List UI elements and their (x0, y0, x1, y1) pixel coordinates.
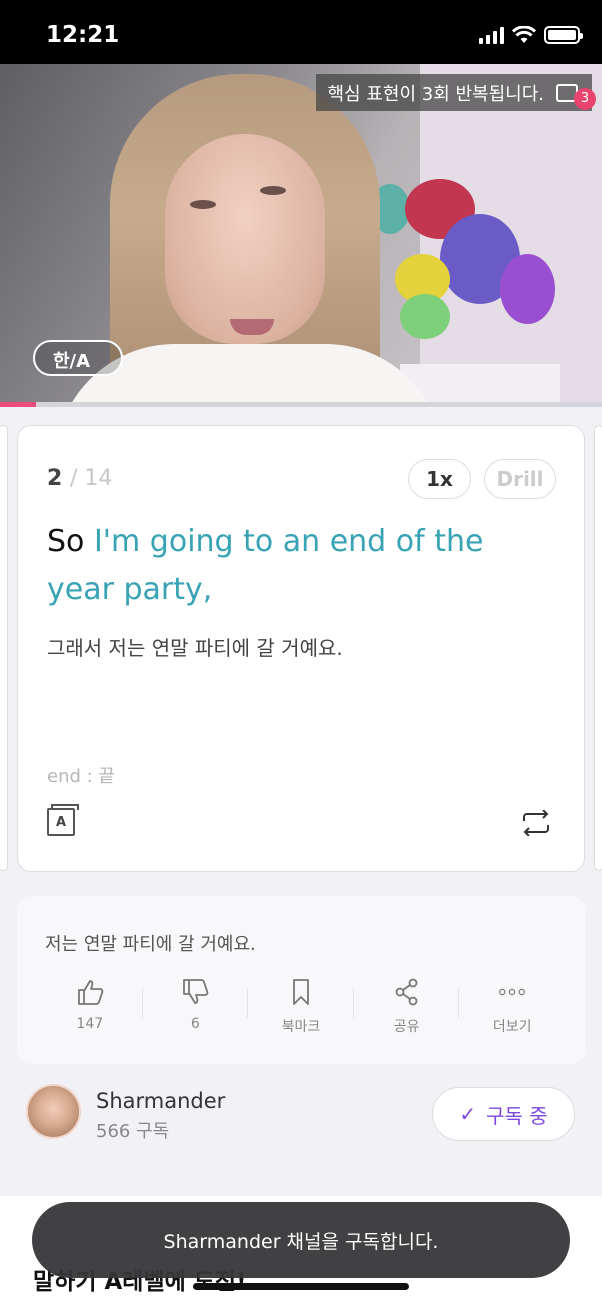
thumbs-up-icon (77, 980, 104, 1005)
person-eye (190, 200, 216, 209)
check-icon: ✓ (459, 1102, 477, 1126)
sentence-prefix: So (47, 524, 94, 559)
english-sentence[interactable]: So I'm going to an end of the year party… (47, 518, 557, 614)
bookmark-icon (293, 979, 309, 1005)
sentence-action-card: 저는 연말 파티에 갈 거예요. 147 6 북마크 공유 더보기 (17, 896, 585, 1064)
repeat-notice: 핵심 표현이 3회 반복됩니다. 3 (315, 74, 596, 111)
korean-sentence: 저는 연말 파티에 갈 거예요. (45, 934, 256, 955)
share-button[interactable]: 공유 (354, 978, 460, 1038)
plush-toy (400, 294, 450, 339)
video-progress-fill (0, 402, 37, 407)
person-eye (260, 186, 286, 195)
action-bar: 147 6 북마크 공유 더보기 (37, 978, 565, 1038)
channel-avatar[interactable] (26, 1084, 81, 1139)
channel-name[interactable]: Sharmander (96, 1089, 225, 1113)
repeat-notice-text: 핵심 표현이 3회 반복됩니다. (327, 83, 545, 105)
drill-button[interactable]: Drill (484, 459, 556, 499)
vocabulary-hint: end : 끝 (47, 766, 115, 787)
language-toggle-button[interactable]: 한/A (33, 340, 123, 376)
status-bar: 12:21 (0, 0, 602, 64)
battery-icon (544, 26, 583, 44)
previous-card-peek[interactable] (0, 425, 8, 871)
person-face (165, 134, 325, 344)
sentence-card: 2 / 14 1x Drill So I'm going to an end o… (17, 425, 585, 872)
repeat-count-badge: 3 (574, 87, 596, 110)
video-progress-bar[interactable] (0, 402, 602, 407)
subscribe-label: 구독 중 (486, 1103, 548, 1128)
status-time: 12:21 (46, 22, 120, 48)
more-button[interactable]: 더보기 (459, 978, 565, 1038)
home-indicator[interactable] (193, 1283, 409, 1290)
share-label: 공유 (393, 1019, 420, 1035)
plush-toy (500, 254, 555, 324)
more-label: 더보기 (492, 1019, 532, 1035)
thumbs-down-icon (183, 979, 209, 1004)
current-index: 2 (47, 466, 63, 491)
toast-message: Sharmander 채널을 구독합니다. (32, 1202, 570, 1278)
repeat-icon: 3 (556, 83, 596, 110)
share-icon (395, 978, 417, 1006)
like-button[interactable]: 147 (37, 978, 143, 1038)
channel-subscriber-count: 566 구독 (96, 1121, 170, 1142)
sentence-counter: 2 / 14 (47, 466, 112, 491)
subscribe-button[interactable]: ✓ 구독 중 (432, 1087, 575, 1141)
speed-button[interactable]: 1x (408, 459, 471, 499)
loop-icon[interactable] (520, 810, 552, 836)
bookmark-button[interactable]: 북마크 (248, 978, 354, 1038)
more-icon (499, 988, 526, 996)
total-count: / 14 (69, 466, 113, 491)
wifi-icon (512, 26, 536, 43)
dictionary-icon[interactable]: A (47, 804, 79, 836)
like-count: 147 (76, 1016, 104, 1032)
signal-icon (479, 26, 504, 44)
dislike-count: 6 (190, 1016, 200, 1032)
status-icons (479, 26, 583, 44)
bookmark-label: 북마크 (281, 1019, 321, 1035)
next-card-peek[interactable] (594, 425, 602, 871)
video-player[interactable]: 핵심 표현이 3회 반복됩니다. 3 한/A (0, 64, 602, 402)
dislike-button[interactable]: 6 (143, 978, 249, 1038)
korean-translation: 그래서 저는 연말 파티에 갈 거예요. (47, 636, 343, 660)
dictionary-icon-letter: A (55, 814, 67, 830)
sentence-highlight: I'm going to an end of the year party, (47, 524, 484, 607)
